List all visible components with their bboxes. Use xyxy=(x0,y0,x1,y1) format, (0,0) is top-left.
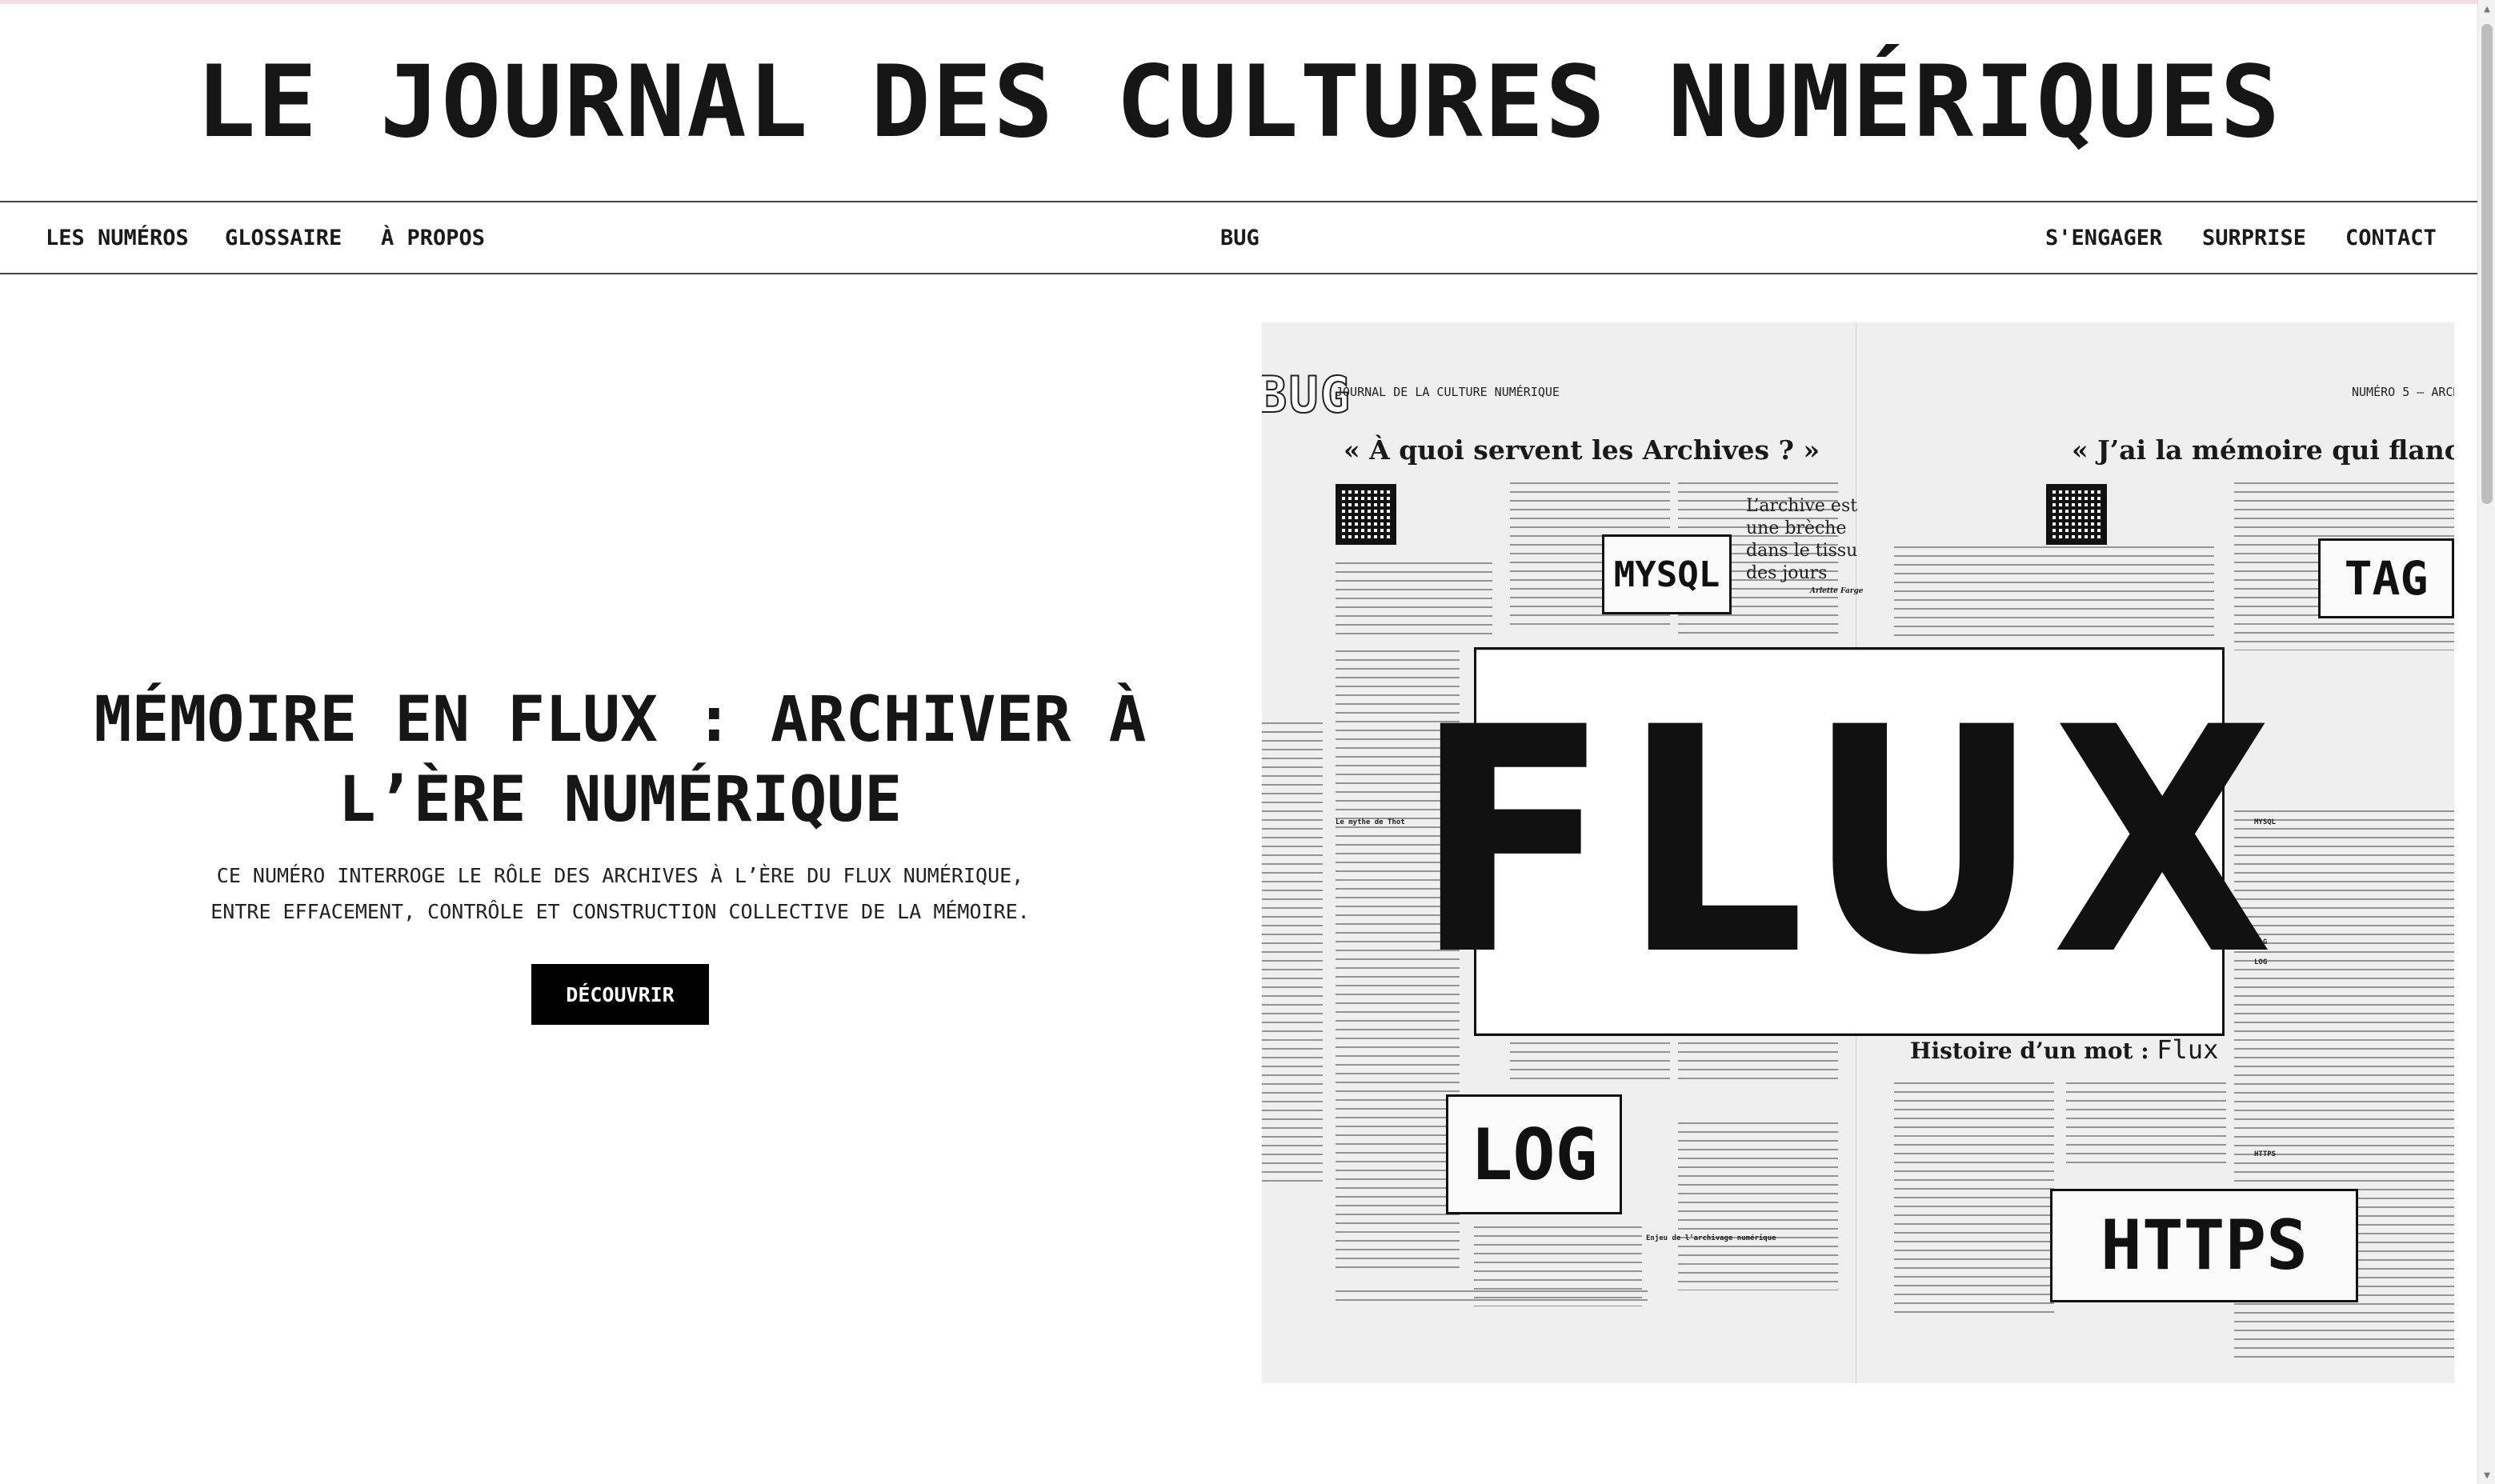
nav-link-contact[interactable]: CONTACT xyxy=(2345,202,2437,273)
nav-link-glossaire[interactable]: GLOSSAIRE xyxy=(225,202,342,273)
section-heading-thot: Le mythe de Thot xyxy=(1336,818,1405,826)
history-title-text: Histoire d’un mot : xyxy=(1910,1038,2149,1064)
newspaper-header-left: JOURNAL DE LA CULTURE NUMÉRIQUE xyxy=(1336,385,1560,399)
hero-subtitle-line-1: CE NUMÉRO INTERROGE LE RÔLE DES ARCHIVES… xyxy=(216,864,1024,887)
text-column xyxy=(2066,1082,2226,1170)
text-column xyxy=(1894,1082,2054,1314)
scroll-down-arrow-icon[interactable]: ▼ xyxy=(2478,1466,2495,1484)
hero-title-line-1: MÉMOIRE EN FLUX : ARCHIVER À xyxy=(94,684,1147,756)
nav-link-surprise[interactable]: SURPRISE xyxy=(2202,202,2306,273)
big-word-flux: FLUX xyxy=(1414,647,2273,1036)
text-column xyxy=(1262,722,1323,1186)
text-column xyxy=(1510,1042,1670,1082)
newspaper-header-right: NUMÉRO 5 – ARCHIV xyxy=(2352,385,2454,399)
text-column xyxy=(1678,1122,1838,1290)
newspaper-cover-image: BUG JOURNAL DE LA CULTURE NUMÉRIQUE NUMÉ… xyxy=(1262,322,2454,1383)
qr-code-left xyxy=(1336,484,1396,545)
qr-code-right xyxy=(2046,484,2107,545)
hero-title: MÉMOIRE EN FLUX : ARCHIVER À L’ÈRE NUMÉR… xyxy=(64,680,1176,840)
nav-link-a-propos[interactable]: À PROPOS xyxy=(381,202,485,273)
word-box-https: HTTPS xyxy=(2050,1189,2358,1302)
hero-title-line-2: L’ÈRE NUMÉRIQUE xyxy=(338,764,903,836)
text-column xyxy=(1336,562,1492,638)
word-box-mysql: MYSQL xyxy=(1602,534,1732,614)
site-title[interactable]: LE JOURNAL DES CULTURES NUMÉRIQUES xyxy=(196,45,2281,160)
nav-link-les-numeros[interactable]: LES NUMÉROS xyxy=(46,202,189,273)
newspaper-quote-author: Arlette Farge xyxy=(1810,587,1864,595)
page-scrollbar[interactable]: ▲ ▼ xyxy=(2477,0,2495,1484)
hero-subtitle-line-2: ENTRE EFFACEMENT, CONTRÔLE ET CONSTRUCTI… xyxy=(210,900,1030,923)
history-title-word: Flux xyxy=(2157,1034,2219,1065)
main-nav: LES NUMÉROS GLOSSAIRE À PROPOS BUG S'ENG… xyxy=(0,201,2477,274)
text-column xyxy=(1678,1042,1838,1082)
scroll-up-arrow-icon[interactable]: ▲ xyxy=(2478,0,2495,18)
text-column xyxy=(1474,1226,1642,1306)
newspaper-quote: L’archive est une brèche dans le tissu d… xyxy=(1746,496,1858,583)
masthead: LE JOURNAL DES CULTURES NUMÉRIQUES xyxy=(0,4,2477,201)
nav-link-bug[interactable]: BUG xyxy=(1220,202,1260,273)
glossary-head-https: HTTPS xyxy=(2254,1150,2277,1158)
history-title: Histoire d’un mot : Flux xyxy=(1910,1034,2218,1065)
text-column xyxy=(1894,546,2214,642)
page: LE JOURNAL DES CULTURES NUMÉRIQUES LES N… xyxy=(0,0,2495,1484)
word-box-log: LOG xyxy=(1446,1094,1622,1214)
discover-button[interactable]: DÉCOUVRIR xyxy=(531,964,709,1025)
word-box-tag: TAG xyxy=(2318,538,2454,618)
newspaper-headline-left: « À quoi servent les Archives ? » xyxy=(1344,434,1820,466)
nav-link-sengager[interactable]: S'ENGAGER xyxy=(2045,202,2162,273)
newspaper-headline-right: « J’ai la mémoire qui flanche » xyxy=(2072,434,2454,466)
scrollbar-thumb[interactable] xyxy=(2481,24,2493,504)
section-heading-enjeu: Enjeu de l’archivage numérique xyxy=(1646,1234,1776,1242)
hero-subtitle: CE NUMÉRO INTERROGE LE RÔLE DES ARCHIVES… xyxy=(136,858,1104,930)
